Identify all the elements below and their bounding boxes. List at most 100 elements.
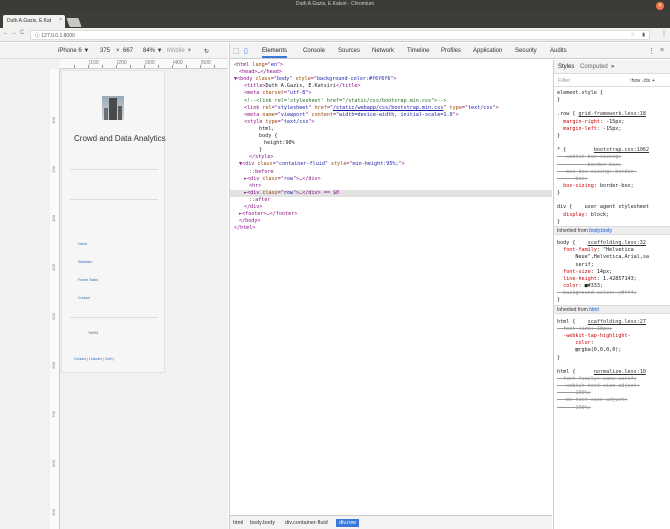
style-rule-line[interactable]: html { normalize.less:10	[557, 369, 670, 376]
dom-node-line[interactable]: </body>	[230, 218, 552, 225]
style-rule-line[interactable]: 100%;	[557, 405, 670, 412]
window-close-button[interactable]: ×	[656, 2, 664, 10]
tab-styles[interactable]: Styles	[558, 64, 574, 70]
devtools-close-icon[interactable]: ×	[660, 47, 664, 54]
dom-node-line[interactable]: html,	[230, 126, 552, 133]
style-rule-line[interactable]: ▨rgba(0,0,0,0);	[557, 347, 670, 354]
style-rule-line[interactable]: margin-left: -15px;	[557, 126, 670, 133]
inspect-element-icon[interactable]: ⬚	[233, 47, 240, 55]
style-rule-line[interactable]: }	[557, 219, 670, 226]
tab-security[interactable]: Security	[515, 48, 537, 54]
style-rule-line[interactable]: -webkit-text-size-adjust:	[557, 383, 670, 390]
breadcrumb-container[interactable]: div.container-fluid	[285, 520, 328, 526]
dom-node-line[interactable]: ::before	[230, 169, 552, 176]
style-rule-line[interactable]: body { scaffolding.less:32	[557, 240, 670, 247]
dom-node-line[interactable]: body {	[230, 133, 552, 140]
reload-icon[interactable]: C	[20, 30, 24, 36]
style-rule-line[interactable]: }	[557, 133, 670, 140]
forward-icon[interactable]: →	[11, 30, 17, 36]
tab-timeline[interactable]: Timeline	[407, 48, 429, 54]
style-rule-line[interactable]: -ms-text-size-adjust:	[557, 397, 670, 404]
dom-node-line[interactable]: <head>…</head>	[230, 69, 552, 76]
styles-filter-input[interactable]: Filter	[558, 78, 570, 84]
dom-node-line[interactable]: ▼<div class="container-fluid" style="min…	[230, 161, 552, 168]
breadcrumb-row[interactable]: div.row	[336, 519, 360, 527]
dom-node-line[interactable]: height:90%	[230, 140, 552, 147]
dom-node-line[interactable]: <style type="text/css">	[230, 119, 552, 126]
style-rule-line[interactable]: html { scaffolding.less:27	[557, 319, 670, 326]
style-rule-line[interactable]: * { bootstrap.css:1062	[557, 147, 670, 154]
tab-audits[interactable]: Audits	[550, 48, 567, 54]
style-rule-line[interactable]: Neue",Helvetica,Arial,sa	[557, 254, 670, 261]
bookmark-star-icon[interactable]: ☆	[631, 32, 635, 38]
viewport-width-input[interactable]: 375	[100, 48, 110, 54]
nav-link-statistics[interactable]: Statistics	[78, 260, 92, 264]
mode-select[interactable]: Mobile ▼	[167, 48, 192, 54]
tab-console[interactable]: Console	[303, 48, 325, 54]
style-rule-line[interactable]: display: block;	[557, 212, 670, 219]
tab-application[interactable]: Application	[473, 48, 502, 54]
style-rule-line[interactable]: element.style {	[557, 90, 670, 97]
style-rule-line[interactable]: -webkit-box-sizing:	[557, 154, 670, 161]
breadcrumb-html[interactable]: html	[233, 520, 243, 526]
back-icon[interactable]: ←	[3, 30, 9, 36]
style-rule-line[interactable]: }	[557, 297, 670, 304]
dom-node-line[interactable]: ::after	[230, 197, 552, 204]
browser-tab[interactable]: Duth A.Gazis, E.Kat ×	[3, 15, 65, 28]
nav-link-future-tasks[interactable]: Future Tasks	[78, 278, 98, 282]
styles-filter-toggles[interactable]: :hov .cls +	[630, 78, 655, 84]
device-select[interactable]: iPhone 6 ▼	[58, 48, 89, 54]
new-tab-button[interactable]	[66, 18, 82, 27]
tab-close-icon[interactable]: ×	[59, 17, 62, 23]
dom-node-line[interactable]: </html>	[230, 225, 552, 232]
device-mode-icon[interactable]: ▯	[244, 47, 248, 55]
tab-elements[interactable]: Elements	[262, 48, 288, 58]
dom-node-line[interactable]: <!--<link rel='stylesheet' href="/static…	[230, 98, 552, 105]
style-rule-line[interactable]: color: ■#333;	[557, 283, 670, 290]
breadcrumb-body[interactable]: body.body	[250, 520, 275, 526]
dom-node-line[interactable]: <hr>	[230, 183, 552, 190]
style-rule-line[interactable]: -webkit-tap-highlight-	[557, 333, 670, 340]
style-rule-line[interactable]: serif;	[557, 262, 670, 269]
tab-computed[interactable]: Computed	[580, 64, 608, 70]
footer-links[interactable]: Contact | LinkedIn | Duth |	[74, 357, 114, 361]
style-rule-line[interactable]: font-family: "Helvetica	[557, 247, 670, 254]
rotate-icon[interactable]: ↻	[204, 48, 209, 55]
dom-node-line[interactable]: ►<footer>…</footer>	[230, 211, 552, 218]
style-rule-line[interactable]: box;	[557, 176, 670, 183]
dom-node-line[interactable]: </div>	[230, 204, 552, 211]
url-input[interactable]: ⓘ 127.0.0.1:8000 ☆ ▮	[30, 30, 650, 40]
styles-filter-bar[interactable]: Filter :hov .cls +	[554, 75, 670, 87]
browser-menu-icon[interactable]: ⋮	[661, 30, 667, 37]
style-rule-line[interactable]: font-family: sans-serif;	[557, 376, 670, 383]
dom-node-line[interactable]: <link rel="stylesheet" href="/static/web…	[230, 105, 552, 112]
dom-node-line[interactable]: </style>	[230, 154, 552, 161]
style-rule-line[interactable]: .row { grid-framework.less:18	[557, 111, 670, 118]
dom-node-line[interactable]: <title>Duth A.Gazis, E.Katsiri</title>	[230, 83, 552, 90]
site-info-icon[interactable]: ⓘ	[35, 33, 40, 39]
nav-link-home[interactable]: Home	[78, 242, 87, 246]
dom-node-line[interactable]: <html lang="en">	[230, 62, 552, 69]
style-rule-line[interactable]: color:	[557, 340, 670, 347]
style-rule-line[interactable]: }	[557, 97, 670, 104]
style-rule-line[interactable]: div { user agent stylesheet	[557, 204, 670, 211]
style-rule-line[interactable]: box-sizing: border-box;	[557, 183, 670, 190]
tab-network[interactable]: Network	[372, 48, 394, 54]
style-rule-line[interactable]: }	[557, 190, 670, 197]
viewport-height-input[interactable]: 667	[123, 48, 133, 54]
dom-node-line[interactable]: ▼<body class="body" style="background-co…	[230, 76, 552, 83]
dom-node-line[interactable]: <meta charset="utf-8">	[230, 90, 552, 97]
dom-node-line[interactable]: ►<div class="row">…</div>	[230, 176, 552, 183]
extension-icon[interactable]: ▮	[642, 32, 645, 38]
dom-node-line[interactable]: }	[230, 147, 552, 154]
style-rule-line[interactable]: font-size: 14px;	[557, 269, 670, 276]
devtools-menu-icon[interactable]: ⋮	[648, 47, 655, 55]
style-rule-line[interactable]: margin-right: -15px;	[557, 119, 670, 126]
nav-link-contact[interactable]: Contact	[78, 296, 90, 300]
more-tabs-icon[interactable]: »	[611, 64, 614, 70]
dom-node-line[interactable]: <meta name="viewport" content="width=dev…	[230, 112, 552, 119]
tab-sources[interactable]: Sources	[338, 48, 360, 54]
style-rule-line[interactable]: border-box;	[557, 162, 670, 169]
style-rule-line[interactable]: }	[557, 355, 670, 362]
style-rule-line[interactable]: background-color: □#fff;	[557, 290, 670, 297]
